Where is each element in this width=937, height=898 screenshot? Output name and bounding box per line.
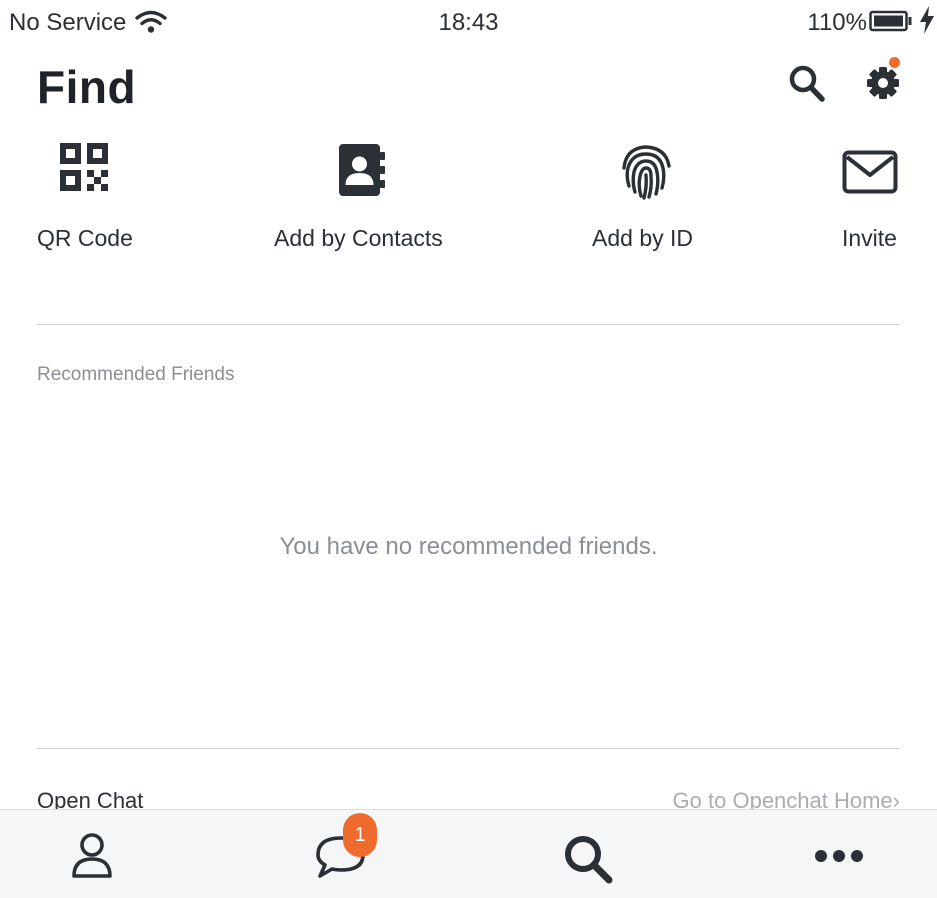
tab-friends[interactable] <box>36 810 156 898</box>
page-title: Find <box>37 61 137 113</box>
openchat-heading: Open Chat <box>37 788 144 810</box>
tab-more[interactable] <box>778 810 898 898</box>
chevron-right-icon: › <box>892 788 900 810</box>
search-icon <box>565 836 613 884</box>
recommended-empty-message: You have no recommended friends. <box>279 533 658 560</box>
openchat-home-link[interactable]: Go to Openchat Home› <box>673 788 900 810</box>
person-icon <box>72 833 112 878</box>
battery-percent: 110% <box>807 9 867 36</box>
tab-find[interactable] <box>529 810 649 898</box>
qr-code-button[interactable]: QR Code <box>37 138 137 268</box>
invite-label: Invite <box>842 225 897 251</box>
find-actions: QR Code Add by Contacts Add by ID Invite <box>0 138 937 268</box>
tab-chats[interactable]: 1 <box>281 810 401 898</box>
status-bar: No Service 18:43 110% <box>0 0 937 44</box>
openchat-row: Open Chat Go to Openchat Home› <box>0 780 937 810</box>
settings-notification-dot <box>889 57 900 68</box>
add-by-contacts-button[interactable]: Add by Contacts <box>274 138 454 268</box>
add-by-id-button[interactable]: Add by ID <box>592 138 702 268</box>
charging-bolt-icon <box>920 6 934 34</box>
battery-icon <box>869 10 912 32</box>
gear-icon[interactable] <box>864 64 904 104</box>
openchat-home-link-text: Go to Openchat Home <box>672 788 893 810</box>
clock-text: 18:43 <box>438 9 499 36</box>
contact-book-icon <box>339 144 385 196</box>
qr-code-icon <box>60 143 108 191</box>
add-by-id-label: Add by ID <box>592 225 693 251</box>
unread-chats-badge: 1 <box>343 813 377 857</box>
more-dots-icon <box>815 850 863 862</box>
qr-code-label: QR Code <box>37 225 133 251</box>
divider <box>37 748 900 749</box>
fingerprint-icon <box>622 145 671 200</box>
search-icon[interactable] <box>788 64 826 104</box>
recommended-friends-heading: Recommended Friends <box>37 364 235 385</box>
bottom-tab-bar: 1 <box>0 809 937 898</box>
divider <box>37 324 900 325</box>
add-by-contacts-label: Add by Contacts <box>274 225 443 251</box>
invite-button[interactable]: Invite <box>840 138 902 268</box>
envelope-icon <box>842 150 898 194</box>
